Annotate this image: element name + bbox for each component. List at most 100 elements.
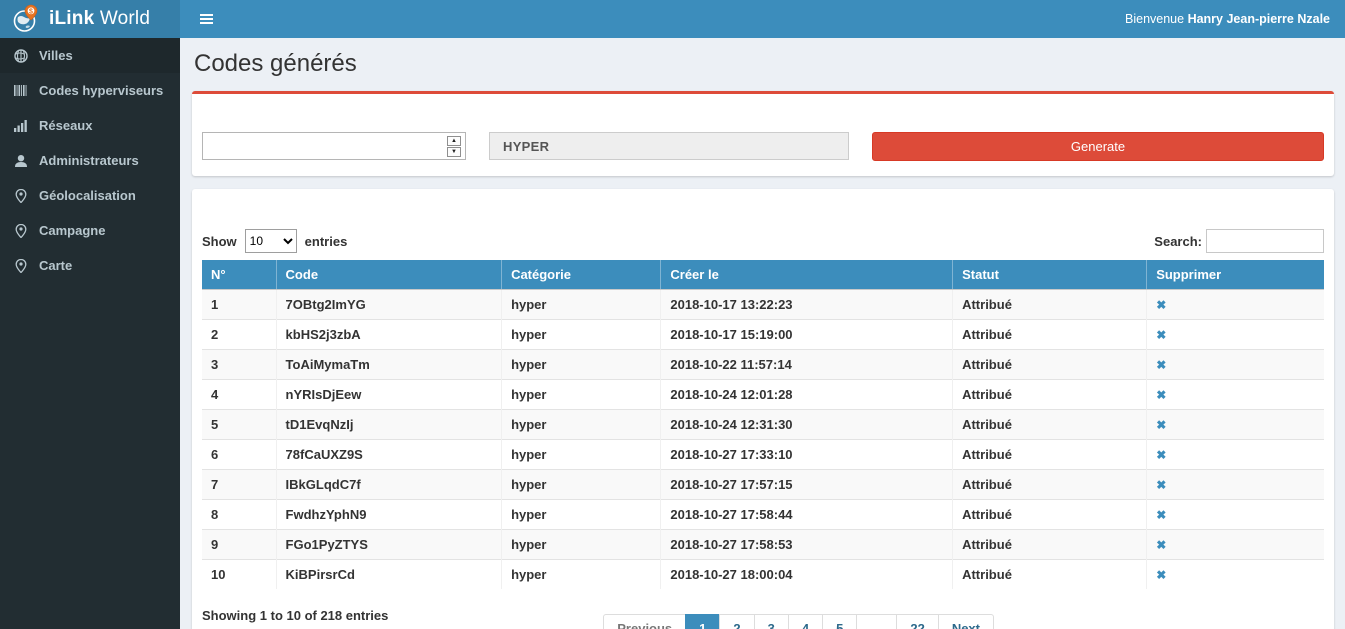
- search-input[interactable]: [1206, 229, 1324, 253]
- cell-code: KiBPirsrCd: [276, 560, 502, 590]
- page-length-control: Show 10 entries: [202, 229, 347, 253]
- cell-num: 9: [202, 530, 276, 560]
- quantity-input[interactable]: [203, 133, 465, 159]
- cell-created: 2018-10-22 11:57:14: [661, 350, 953, 380]
- navbar: Bienvenue Hanry Jean-pierre Nzale: [180, 0, 1345, 38]
- sidebar-toggle-hamburger-icon[interactable]: [198, 10, 215, 28]
- delete-icon[interactable]: ✖: [1156, 568, 1166, 582]
- cell-num: 2: [202, 320, 276, 350]
- pagination-page-button[interactable]: 2: [719, 614, 754, 629]
- delete-icon[interactable]: ✖: [1156, 298, 1166, 312]
- cell-category: hyper: [502, 470, 661, 500]
- cell-num: 3: [202, 350, 276, 380]
- map-marker-icon: [14, 189, 28, 203]
- col-header-code[interactable]: Code: [276, 260, 502, 290]
- cell-num: 10: [202, 560, 276, 590]
- sidebar-item-reseaux[interactable]: Réseaux: [0, 108, 180, 143]
- cell-created: 2018-10-24 12:31:30: [661, 410, 953, 440]
- generate-button[interactable]: Generate: [872, 132, 1324, 161]
- cell-code: tD1EvqNzIj: [276, 410, 502, 440]
- pagination-page-button[interactable]: 1: [685, 614, 720, 629]
- delete-icon[interactable]: ✖: [1156, 538, 1166, 552]
- cell-code: FGo1PyZTYS: [276, 530, 502, 560]
- cell-status: Attribué: [953, 350, 1147, 380]
- codes-table: N° Code Catégorie Créer le Statut Suppri…: [202, 260, 1324, 589]
- col-header-num[interactable]: N°: [202, 260, 276, 290]
- delete-icon[interactable]: ✖: [1156, 478, 1166, 492]
- cell-created: 2018-10-27 18:00:04: [661, 560, 953, 590]
- entries-label: entries: [305, 234, 348, 249]
- sidebar-item-label: Codes hyperviseurs: [39, 83, 163, 98]
- pagination-page-button[interactable]: 5: [822, 614, 857, 629]
- cell-num: 7: [202, 470, 276, 500]
- delete-icon[interactable]: ✖: [1156, 388, 1166, 402]
- sidebar: Villes Codes hyperviseurs Réseaux Admini…: [0, 38, 180, 629]
- sidebar-item-geolocalisation[interactable]: Géolocalisation: [0, 178, 180, 213]
- user-icon: [14, 154, 28, 168]
- cell-code: kbHS2j3zbA: [276, 320, 502, 350]
- pagination-page-button[interactable]: 3: [754, 614, 789, 629]
- search-control: Search:: [1154, 229, 1324, 253]
- table-row: 8 FwdhzYphN9 hyper 2018-10-27 17:58:44 A…: [202, 500, 1324, 530]
- pagination-page-button[interactable]: 22: [896, 614, 938, 629]
- cell-category: hyper: [502, 560, 661, 590]
- delete-icon[interactable]: ✖: [1156, 328, 1166, 342]
- col-header-statut[interactable]: Statut: [953, 260, 1147, 290]
- table-row: 10 KiBPirsrCd hyper 2018-10-27 18:00:04 …: [202, 560, 1324, 590]
- spinner-up-icon[interactable]: ▲: [447, 136, 461, 146]
- sidebar-item-carte[interactable]: Carte: [0, 248, 180, 283]
- table-info-text: Showing 1 to 10 of 218 entries: [202, 602, 603, 623]
- cell-status: Attribué: [953, 290, 1147, 320]
- quantity-field-wrapper: ▲ ▼: [202, 132, 466, 160]
- cell-num: 8: [202, 500, 276, 530]
- show-label: Show: [202, 234, 237, 249]
- sidebar-item-campagne[interactable]: Campagne: [0, 213, 180, 248]
- delete-icon[interactable]: ✖: [1156, 418, 1166, 432]
- pagination: Previous 1 2 3 4 5 … 22 Next: [603, 614, 994, 629]
- cell-status: Attribué: [953, 530, 1147, 560]
- pagination-next-button[interactable]: Next: [938, 614, 994, 629]
- cell-code: IBkGLqdC7f: [276, 470, 502, 500]
- cell-code: ToAiMymaTm: [276, 350, 502, 380]
- cell-category: hyper: [502, 440, 661, 470]
- cell-status: Attribué: [953, 440, 1147, 470]
- cell-created: 2018-10-17 13:22:23: [661, 290, 953, 320]
- cell-created: 2018-10-27 17:58:44: [661, 500, 953, 530]
- signal-icon: [14, 119, 28, 132]
- sidebar-item-codes-hyperviseurs[interactable]: Codes hyperviseurs: [0, 73, 180, 108]
- cell-category: hyper: [502, 410, 661, 440]
- table-row: 9 FGo1PyZTYS hyper 2018-10-27 17:58:53 A…: [202, 530, 1324, 560]
- globe-pin-logo-icon: $: [12, 4, 39, 34]
- quantity-stepper: ▲ ▼: [447, 136, 461, 157]
- top-bar: $ iLink World Bienvenue Hanry Jean-pierr…: [0, 0, 1345, 38]
- table-row: 2 kbHS2j3zbA hyper 2018-10-17 15:19:00 A…: [202, 320, 1324, 350]
- brand-title: iLink World: [49, 8, 150, 30]
- welcome-message: Bienvenue Hanry Jean-pierre Nzale: [1125, 12, 1330, 26]
- codes-table-panel: Show 10 entries Search: N° Code Catég: [192, 189, 1334, 629]
- barcode-icon: [14, 84, 28, 97]
- spinner-down-icon[interactable]: ▼: [447, 147, 461, 157]
- sidebar-item-administrateurs[interactable]: Administrateurs: [0, 143, 180, 178]
- col-header-categorie[interactable]: Catégorie: [502, 260, 661, 290]
- sidebar-item-villes[interactable]: Villes: [0, 38, 180, 73]
- cell-created: 2018-10-24 12:01:28: [661, 380, 953, 410]
- code-generation-panel: ▲ ▼ Generate: [192, 91, 1334, 176]
- delete-icon[interactable]: ✖: [1156, 508, 1166, 522]
- page-title: Codes générés: [194, 50, 1334, 78]
- sidebar-item-label: Carte: [39, 258, 72, 273]
- col-header-supprimer[interactable]: Supprimer: [1147, 260, 1324, 290]
- cell-category: hyper: [502, 530, 661, 560]
- page-length-select[interactable]: 10: [245, 229, 297, 253]
- sidebar-item-label: Géolocalisation: [39, 188, 136, 203]
- main-content: Codes générés ▲ ▼ Generate Show 10 entri…: [180, 0, 1345, 629]
- col-header-creer-le[interactable]: Créer le: [661, 260, 953, 290]
- pagination-previous-button[interactable]: Previous: [603, 614, 686, 629]
- delete-icon[interactable]: ✖: [1156, 358, 1166, 372]
- sidebar-item-label: Campagne: [39, 223, 105, 238]
- pagination-ellipsis: …: [856, 614, 897, 629]
- category-field: [489, 132, 849, 160]
- brand-logo-area[interactable]: $ iLink World: [0, 0, 180, 38]
- pagination-page-button[interactable]: 4: [788, 614, 823, 629]
- delete-icon[interactable]: ✖: [1156, 448, 1166, 462]
- cell-code: FwdhzYphN9: [276, 500, 502, 530]
